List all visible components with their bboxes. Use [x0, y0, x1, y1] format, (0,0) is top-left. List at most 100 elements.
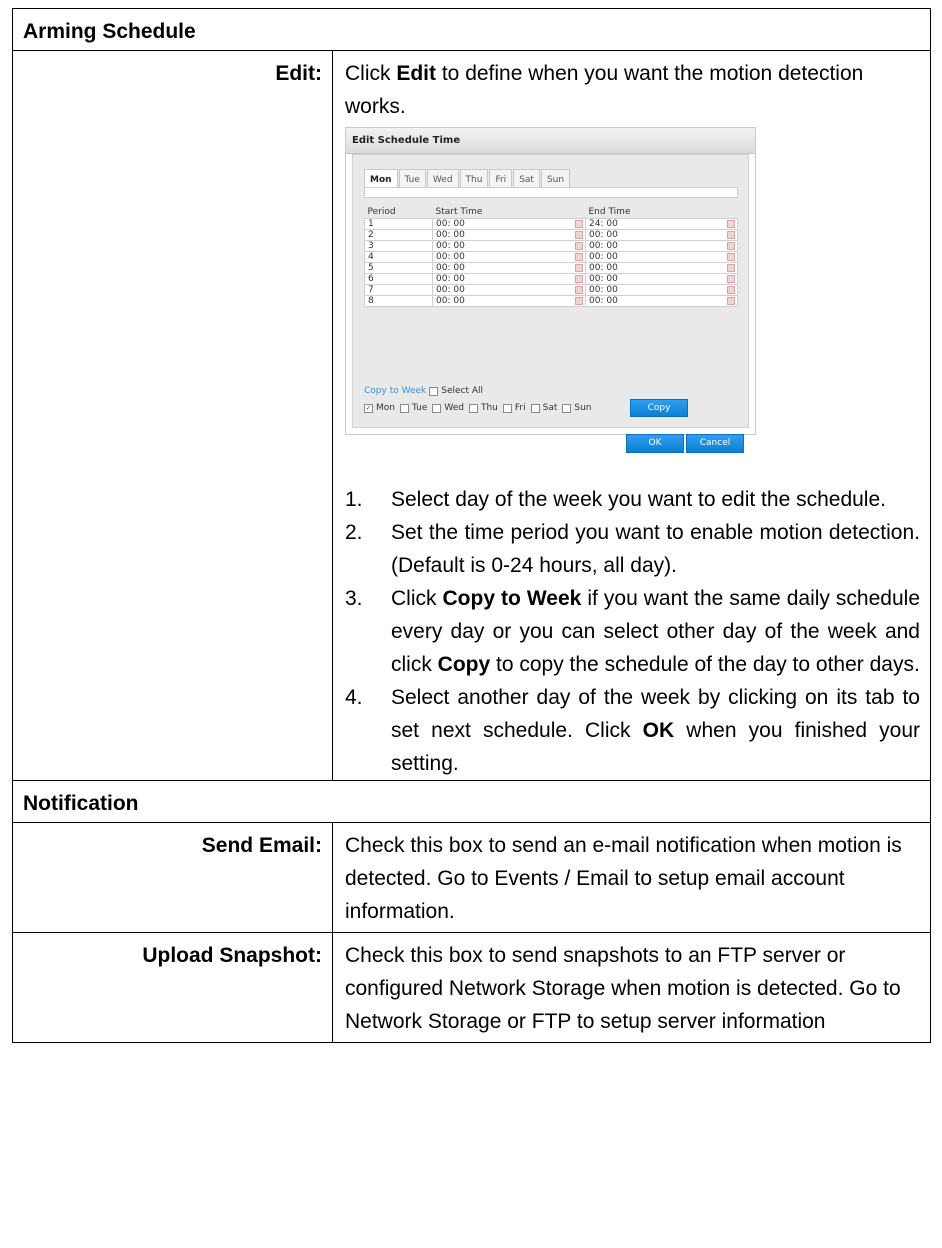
- edit-schedule-dialog: Edit Schedule Time Mon Tue Wed Thu Fri Sat Sun…: [345, 127, 756, 453]
- select-all-checkbox[interactable]: [429, 386, 439, 396]
- clock-icon[interactable]: [727, 296, 735, 305]
- end-time-field[interactable]: 00: 00: [585, 272, 738, 285]
- end-time-field[interactable]: 00: 00: [585, 261, 738, 274]
- copy-button[interactable]: Copy: [630, 399, 688, 417]
- step-bold-term: Copy to Week: [442, 587, 582, 610]
- step-text-run: Click: [391, 587, 443, 610]
- tab-wed[interactable]: Wed: [426, 169, 459, 189]
- day-label: Tue: [411, 403, 428, 413]
- period-cell: 3: [364, 239, 433, 252]
- cancel-button[interactable]: Cancel: [686, 434, 744, 453]
- step-text-run: Set the time period you want to enable m…: [391, 521, 920, 577]
- clock-icon[interactable]: [575, 263, 583, 272]
- start-time-value: 00: 00: [436, 295, 465, 306]
- schedule-table: Period Start Time End Time 1 00: 00 24: 00…: [364, 207, 738, 307]
- copy-day-sun[interactable]: Sun: [562, 402, 592, 414]
- copy-day-fri[interactable]: Fri: [502, 402, 526, 414]
- checkbox-sun[interactable]: [562, 403, 572, 413]
- end-time-field[interactable]: 00: 00: [585, 283, 738, 296]
- start-time-value: 00: 00: [436, 273, 465, 284]
- copy-days-row: ✓ Mon Tue Wed Thu Fri Sat Sun: [364, 402, 597, 414]
- day-label: Sun: [574, 403, 592, 413]
- clock-icon[interactable]: [575, 296, 583, 305]
- tab-tue[interactable]: Tue: [398, 169, 426, 189]
- end-time-field[interactable]: 00: 00: [585, 294, 738, 307]
- clock-icon[interactable]: [727, 219, 735, 228]
- end-time-value: 00: 00: [589, 251, 618, 262]
- end-time-value: 00: 00: [589, 229, 618, 240]
- start-time-field[interactable]: 00: 00: [432, 261, 586, 274]
- start-time-field[interactable]: 00: 00: [432, 294, 586, 307]
- start-time-column-header: Start Time: [432, 207, 586, 218]
- copy-day-tue[interactable]: Tue: [399, 402, 428, 414]
- step-bold-term: Copy: [437, 653, 491, 676]
- start-time-value: 00: 00: [436, 218, 465, 229]
- clock-icon[interactable]: [575, 230, 583, 239]
- start-time-field[interactable]: 00: 00: [432, 283, 586, 296]
- clock-icon[interactable]: [575, 252, 583, 261]
- start-time-field[interactable]: 00: 00: [432, 239, 586, 252]
- clock-icon[interactable]: [727, 263, 735, 272]
- edit-row: Edit: Click Edit to define when you want…: [12, 50, 931, 781]
- end-time-value: 24: 00: [589, 218, 618, 229]
- tab-mon[interactable]: Mon: [364, 169, 398, 189]
- end-time-field[interactable]: 00: 00: [585, 250, 738, 263]
- copy-to-week-row: Copy to Week Select All: [364, 385, 483, 397]
- schedule-row: 1 00: 00 24: 00: [364, 217, 738, 230]
- checkbox-thu[interactable]: [468, 403, 478, 413]
- end-time-value: 00: 00: [589, 295, 618, 306]
- upload-snapshot-row: Upload Snapshot: Check this box to send …: [12, 932, 931, 1043]
- instruction-steps: 1. Select day of the week you want to edi…: [345, 483, 920, 780]
- schedule-row: 8 00: 00 00: 00: [364, 294, 738, 307]
- clock-icon[interactable]: [727, 230, 735, 239]
- copy-day-wed[interactable]: Wed: [432, 402, 464, 414]
- clock-icon[interactable]: [727, 285, 735, 294]
- start-time-value: 00: 00: [436, 262, 465, 273]
- start-time-field[interactable]: 00: 00: [432, 228, 586, 241]
- day-label: Thu: [480, 403, 498, 413]
- tab-thu[interactable]: Thu: [459, 169, 489, 189]
- start-time-value: 00: 00: [436, 229, 465, 240]
- schedule-row: 3 00: 00 00: 00: [364, 239, 738, 252]
- clock-icon[interactable]: [575, 285, 583, 294]
- arming-schedule-heading: Arming Schedule: [12, 8, 931, 51]
- end-time-field[interactable]: 00: 00: [585, 239, 738, 252]
- checkbox-mon[interactable]: ✓: [364, 403, 373, 413]
- tab-sun[interactable]: Sun: [540, 169, 571, 189]
- clock-icon[interactable]: [727, 241, 735, 250]
- edit-description-cell: Click Edit to define when you want the m…: [332, 50, 931, 781]
- copy-day-sat[interactable]: Sat: [530, 402, 558, 414]
- schedule-row: 2 00: 00 00: 00: [364, 228, 738, 241]
- day-label: Sat: [542, 403, 558, 413]
- copy-day-mon[interactable]: ✓ Mon: [364, 402, 395, 414]
- copy-day-thu[interactable]: Thu: [468, 402, 498, 414]
- checkbox-tue[interactable]: [399, 403, 409, 413]
- tab-fri[interactable]: Fri: [489, 169, 513, 189]
- settings-table: Arming Schedule Edit: Click Edit to defi…: [12, 8, 931, 1043]
- step-number: 1.: [345, 488, 363, 511]
- end-time-value: 00: 00: [589, 273, 618, 284]
- clock-icon[interactable]: [575, 219, 583, 228]
- end-time-field[interactable]: 24: 00: [585, 217, 738, 230]
- ok-button[interactable]: OK: [626, 434, 684, 453]
- start-time-field[interactable]: 00: 00: [432, 250, 586, 263]
- checkbox-wed[interactable]: [432, 403, 442, 413]
- clock-icon[interactable]: [727, 274, 735, 283]
- start-time-value: 00: 00: [436, 284, 465, 295]
- start-time-field[interactable]: 00: 00: [432, 217, 586, 230]
- step-text: Set the time period you want to enable m…: [391, 516, 920, 582]
- copy-to-week-link[interactable]: Copy to Week: [364, 385, 426, 397]
- clock-icon[interactable]: [727, 252, 735, 261]
- clock-icon[interactable]: [575, 274, 583, 283]
- step-number: 4.: [345, 686, 363, 709]
- end-time-field[interactable]: 00: 00: [585, 228, 738, 241]
- checkbox-fri[interactable]: [502, 403, 512, 413]
- schedule-row: 7 00: 00 00: 00: [364, 283, 738, 296]
- step-item: 1. Select day of the week you want to edi…: [345, 483, 920, 516]
- tab-sat[interactable]: Sat: [513, 169, 540, 189]
- clock-icon[interactable]: [575, 241, 583, 250]
- checkbox-sat[interactable]: [530, 403, 540, 413]
- day-label: Wed: [444, 403, 464, 413]
- start-time-field[interactable]: 00: 00: [432, 272, 586, 285]
- schedule-row: 4 00: 00 00: 00: [364, 250, 738, 263]
